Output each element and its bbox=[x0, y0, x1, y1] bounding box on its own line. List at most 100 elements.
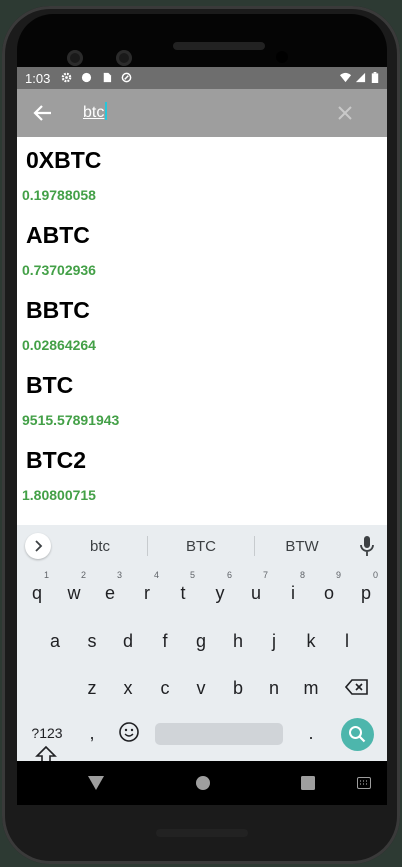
backspace-icon[interactable] bbox=[345, 678, 369, 696]
symbols-key[interactable]: ?123 bbox=[27, 713, 67, 753]
comma-key[interactable]: , bbox=[74, 713, 110, 753]
suggestion-divider bbox=[254, 536, 255, 556]
key-e[interactable]: e3 bbox=[92, 570, 128, 613]
key-j[interactable]: j bbox=[256, 621, 292, 661]
microphone-icon[interactable] bbox=[359, 535, 375, 557]
key-label: u bbox=[250, 583, 261, 603]
sd-card-icon bbox=[103, 72, 112, 83]
key-label: q bbox=[31, 583, 42, 603]
key-u[interactable]: u7 bbox=[238, 570, 274, 613]
key-hint: 1 bbox=[43, 570, 49, 580]
search-app-bar: btc bbox=[17, 89, 387, 137]
key-g[interactable]: g bbox=[183, 621, 219, 661]
key-y[interactable]: y6 bbox=[202, 570, 238, 613]
coin-price: 9515.57891943 bbox=[22, 412, 120, 428]
list-item[interactable]: BTC2 1.80800715 bbox=[17, 437, 387, 512]
coin-symbol: ABTC bbox=[26, 222, 90, 248]
key-hint: 0 bbox=[372, 570, 378, 580]
coin-price: 1.80800715 bbox=[22, 487, 96, 503]
screen: 1:03 btc 0XBTC 0.19788058 ABTC 0.7370293… bbox=[17, 67, 387, 805]
key-hint: 8 bbox=[299, 570, 305, 580]
coin-symbol: BTC2 bbox=[26, 447, 87, 473]
key-v[interactable]: v bbox=[183, 668, 219, 708]
key-n[interactable]: n bbox=[256, 668, 292, 708]
signal-icon bbox=[355, 72, 366, 83]
key-a[interactable]: a bbox=[37, 621, 73, 661]
key-label: y bbox=[215, 583, 225, 603]
nav-home-icon[interactable] bbox=[195, 775, 211, 791]
key-r[interactable]: r4 bbox=[129, 570, 165, 613]
earpiece-speaker bbox=[173, 42, 265, 50]
key-b[interactable]: b bbox=[220, 668, 256, 708]
status-time: 1:03 bbox=[25, 71, 51, 86]
coin-price: 0.19788058 bbox=[22, 187, 96, 203]
key-o[interactable]: o9 bbox=[311, 570, 347, 613]
suggestion-item[interactable]: btc bbox=[55, 538, 145, 555]
clear-search-icon[interactable] bbox=[333, 101, 357, 125]
period-key[interactable]: . bbox=[293, 713, 329, 753]
key-d[interactable]: d bbox=[110, 621, 146, 661]
space-bar[interactable] bbox=[155, 723, 283, 745]
key-t[interactable]: t5 bbox=[165, 570, 201, 613]
key-hint: 6 bbox=[226, 570, 232, 580]
key-label: p bbox=[360, 583, 371, 603]
coin-price: 0.73702936 bbox=[22, 262, 96, 278]
coin-price: 0.02864264 bbox=[22, 337, 96, 353]
key-label: t bbox=[180, 583, 186, 603]
phone-top-bezel bbox=[17, 14, 387, 70]
notification-dot-icon bbox=[81, 72, 92, 83]
expand-suggestions-button[interactable] bbox=[25, 533, 51, 559]
camera-icon bbox=[67, 50, 83, 66]
navigation-bar bbox=[17, 761, 387, 805]
key-w[interactable]: w2 bbox=[56, 570, 92, 613]
text-cursor bbox=[105, 102, 108, 120]
key-hint: 3 bbox=[116, 570, 122, 580]
key-p[interactable]: p0 bbox=[348, 570, 384, 613]
search-icon bbox=[349, 726, 366, 743]
key-label: i bbox=[291, 583, 295, 603]
key-hint: 9 bbox=[335, 570, 341, 580]
suggestion-divider bbox=[147, 536, 148, 556]
key-q[interactable]: q1 bbox=[19, 570, 55, 613]
wifi-icon bbox=[340, 72, 351, 83]
back-arrow-icon[interactable] bbox=[31, 101, 55, 125]
coin-symbol: 0XBTC bbox=[26, 147, 102, 173]
key-hint: 5 bbox=[189, 570, 195, 580]
key-k[interactable]: k bbox=[293, 621, 329, 661]
sensor-dot bbox=[276, 51, 288, 63]
phone-bottom-speaker bbox=[156, 829, 248, 837]
list-item[interactable]: 0XBTC 0.19788058 bbox=[17, 137, 387, 212]
key-s[interactable]: s bbox=[74, 621, 110, 661]
key-z[interactable]: z bbox=[74, 668, 110, 708]
key-l[interactable]: l bbox=[329, 621, 365, 661]
key-h[interactable]: h bbox=[220, 621, 256, 661]
list-item[interactable]: BBTC 0.02864264 bbox=[17, 287, 387, 362]
nav-back-icon[interactable] bbox=[87, 775, 105, 791]
coin-symbol: BTC bbox=[26, 372, 74, 398]
emoji-icon[interactable] bbox=[118, 721, 140, 743]
key-x[interactable]: x bbox=[110, 668, 146, 708]
status-bar: 1:03 bbox=[17, 67, 387, 89]
suggestion-item[interactable]: BTC bbox=[156, 538, 246, 555]
key-f[interactable]: f bbox=[147, 621, 183, 661]
coin-symbol: BBTC bbox=[26, 297, 90, 323]
key-c[interactable]: c bbox=[147, 668, 183, 708]
key-hint: 2 bbox=[80, 570, 86, 580]
suggestion-item[interactable]: BTW bbox=[257, 538, 347, 555]
search-action-key[interactable] bbox=[341, 718, 374, 751]
battery-icon bbox=[371, 72, 379, 83]
key-hint: 7 bbox=[262, 570, 268, 580]
nav-recents-icon[interactable] bbox=[301, 776, 315, 790]
soft-keyboard: btc BTC BTW q1 w2 e3 r4 t5 y6 u7 i8 o9 p… bbox=[17, 525, 387, 764]
key-label: e bbox=[104, 583, 115, 603]
chevron-right-icon bbox=[35, 540, 43, 552]
list-item[interactable]: ABTC 0.73702936 bbox=[17, 212, 387, 287]
list-item[interactable]: BTC 9515.57891943 bbox=[17, 362, 387, 437]
key-i[interactable]: i8 bbox=[275, 570, 311, 613]
search-query-text: btc bbox=[83, 104, 105, 121]
keyboard-switch-icon[interactable] bbox=[357, 777, 371, 789]
key-m[interactable]: m bbox=[293, 668, 329, 708]
data-saver-icon bbox=[121, 72, 132, 83]
suggestion-strip: btc BTC BTW bbox=[17, 525, 387, 565]
search-input[interactable]: btc bbox=[83, 101, 323, 125]
